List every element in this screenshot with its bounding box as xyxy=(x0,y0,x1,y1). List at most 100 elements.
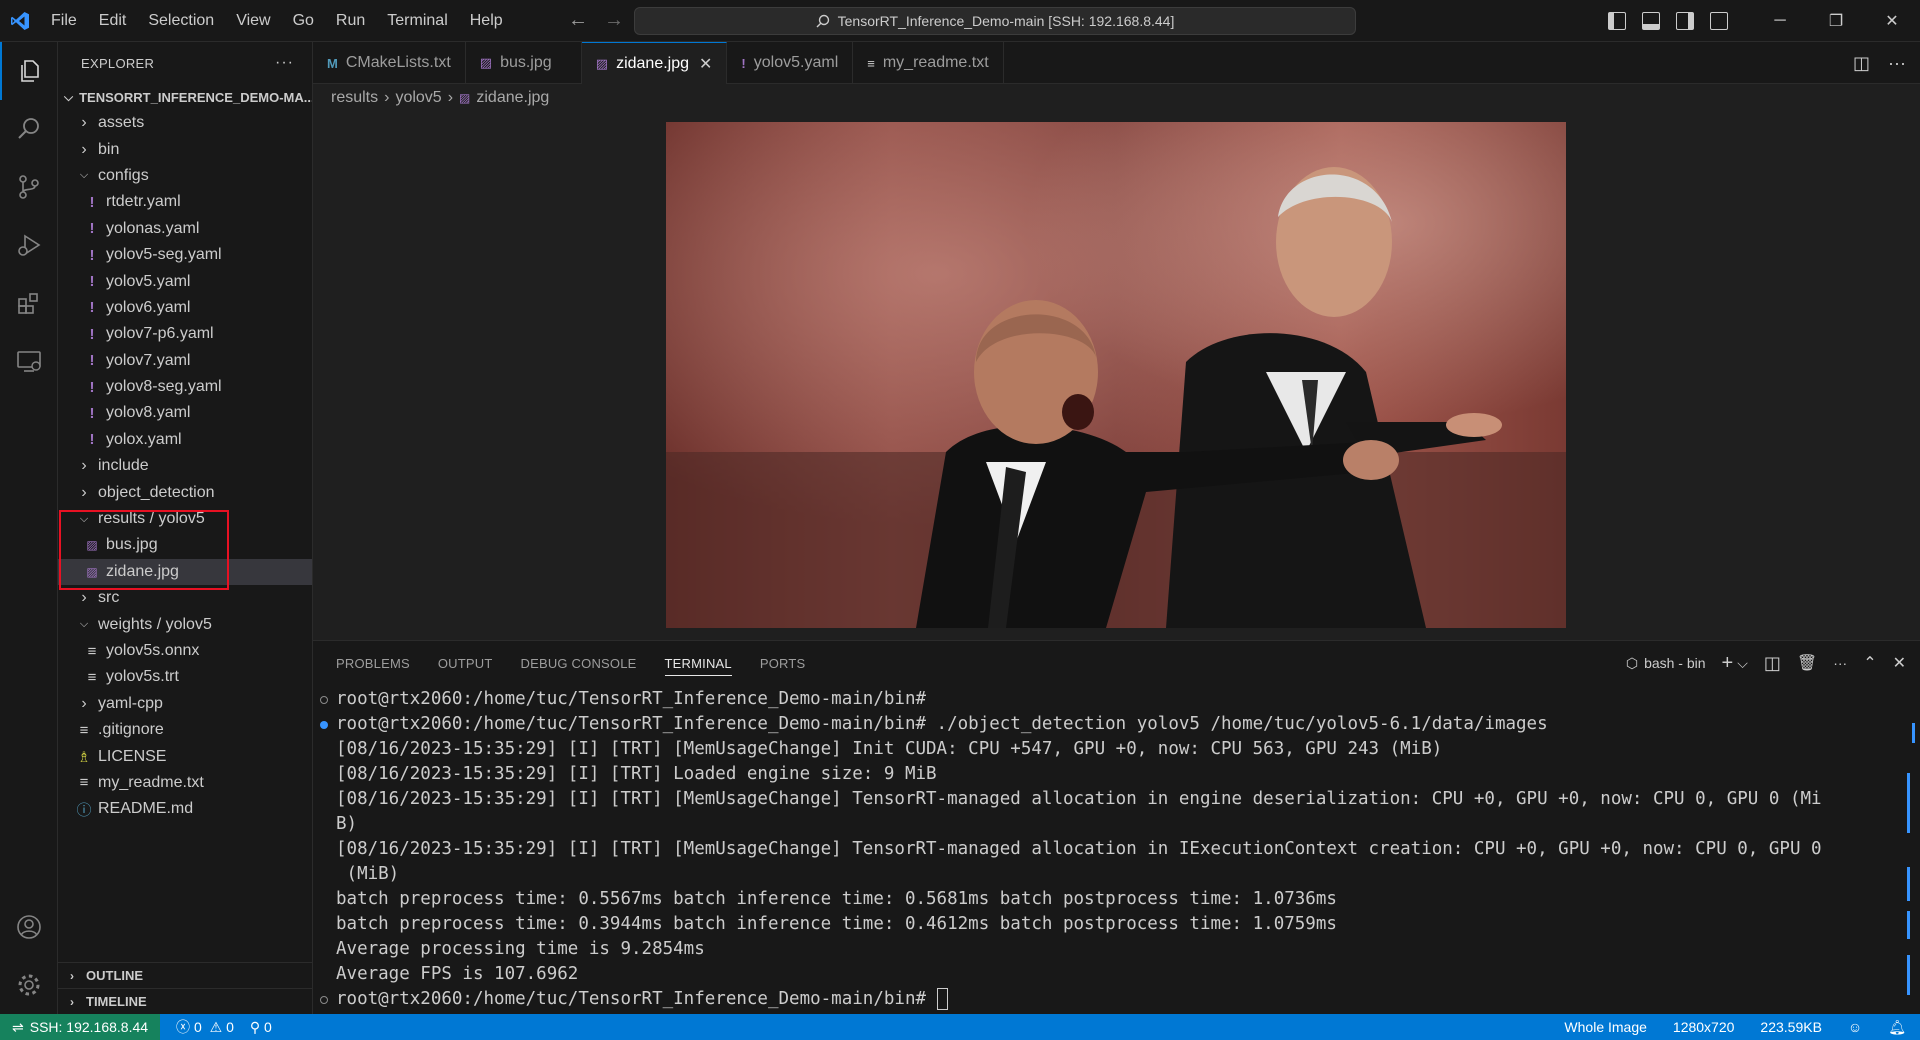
file-item[interactable]: ! yolov6.yaml xyxy=(58,295,312,321)
panel-tab-problems[interactable]: PROBLEMS xyxy=(336,656,410,671)
panel-tab-output[interactable]: OUTPUT xyxy=(438,656,493,671)
explorer-icon[interactable] xyxy=(0,42,58,100)
breadcrumb-item[interactable]: results xyxy=(331,89,378,107)
restore-button[interactable]: ❐ xyxy=(1808,0,1864,42)
file-item[interactable]: ♗ LICENSE xyxy=(58,743,312,769)
menu-go[interactable]: Go xyxy=(282,0,325,42)
more-actions-icon[interactable]: ··· xyxy=(275,54,294,72)
file-item[interactable]: ! yolov7-p6.yaml xyxy=(58,321,312,347)
problems-status[interactable]: ⓧ 0 ⚠ 0 xyxy=(176,1017,234,1037)
remote-explorer-icon[interactable] xyxy=(0,332,58,390)
customize-layout-icon[interactable] xyxy=(1710,12,1728,30)
remote-indicator[interactable]: ⇌ SSH: 192.168.8.44 xyxy=(0,1014,161,1040)
folder-item[interactable]: ⌵ results / yolov5 xyxy=(58,506,312,532)
menu-run[interactable]: Run xyxy=(325,0,376,42)
ports-status[interactable]: ⚲ 0 xyxy=(250,1019,272,1036)
close-panel-icon[interactable]: ✕ xyxy=(1893,653,1906,673)
folder-item[interactable]: › src xyxy=(58,585,312,611)
file-item[interactable]: ≡ yolov5s.onnx xyxy=(58,638,312,664)
terminal-line-text: root@rtx2060:/home/tuc/TensorRT_Inferenc… xyxy=(336,989,937,1009)
close-tab-icon[interactable]: ✕ xyxy=(699,54,712,74)
file-item[interactable]: ! rtdetr.yaml xyxy=(58,189,312,215)
manage-gear-icon[interactable] xyxy=(0,956,58,1014)
editor-tab[interactable]: ▨ bus.jpg xyxy=(466,42,582,84)
file-item[interactable]: ! yolov7.yaml xyxy=(58,348,312,374)
split-editor-icon[interactable]: ◫ xyxy=(1853,53,1870,74)
preview-image[interactable] xyxy=(666,122,1566,628)
chevron-down-icon: ⌵ xyxy=(79,169,89,182)
outline-section[interactable]: › OUTLINE xyxy=(58,962,313,988)
back-arrow-icon[interactable]: ← xyxy=(566,8,590,32)
close-button[interactable]: ✕ xyxy=(1864,0,1920,42)
notifications-bell-icon[interactable]: 🔔︎ xyxy=(1888,1019,1906,1036)
maximize-panel-icon[interactable]: ⌃ xyxy=(1863,653,1876,673)
text-file-icon: ≡ xyxy=(79,721,89,739)
minimize-button[interactable]: ─ xyxy=(1752,0,1808,42)
more-actions-icon[interactable]: ··· xyxy=(1833,655,1847,671)
folder-item[interactable]: ⌵ configs xyxy=(58,163,312,189)
toggle-secondary-sidebar-icon[interactable] xyxy=(1676,12,1694,30)
file-item[interactable]: ! yolov5.yaml xyxy=(58,268,312,294)
trash-icon[interactable]: 🗑 xyxy=(1797,653,1817,673)
command-decoration-icon[interactable] xyxy=(320,696,328,704)
new-terminal-icon[interactable]: + xyxy=(1722,652,1734,675)
editor-tab[interactable]: ! yolov5.yaml xyxy=(727,42,854,84)
file-item[interactable]: ≡ yolov5s.trt xyxy=(58,664,312,690)
editor-tab[interactable]: M CMakeLists.txt xyxy=(313,42,466,84)
chevron-right-icon: › xyxy=(81,140,87,158)
command-center[interactable]: TensorRT_Inference_Demo-main [SSH: 192.1… xyxy=(634,7,1356,35)
source-control-icon[interactable] xyxy=(0,158,58,216)
timeline-section[interactable]: › TIMELINE xyxy=(58,988,313,1014)
panel-tab-ports[interactable]: PORTS xyxy=(760,656,806,671)
folder-item[interactable]: › include xyxy=(58,453,312,479)
panel-tab-debug-console[interactable]: DEBUG CONSOLE xyxy=(521,656,637,671)
toggle-primary-sidebar-icon[interactable] xyxy=(1608,12,1626,30)
panel-tab-terminal[interactable]: TERMINAL xyxy=(664,656,732,676)
menu-terminal[interactable]: Terminal xyxy=(376,0,458,42)
command-decoration-icon[interactable] xyxy=(320,721,328,729)
file-item[interactable]: ▨ zidane.jpg xyxy=(58,558,312,586)
editor-tab[interactable]: ▨ zidane.jpg ✕ xyxy=(581,42,728,84)
chevron-down-icon[interactable]: ⌵ xyxy=(1737,655,1748,672)
breadcrumb-item[interactable]: zidane.jpg xyxy=(476,89,549,107)
editor-tab[interactable]: ≡ my_readme.txt xyxy=(853,42,1004,84)
extensions-icon[interactable] xyxy=(0,274,58,332)
image-mode[interactable]: Whole Image xyxy=(1564,1019,1646,1035)
bottom-panel: PROBLEMS OUTPUT DEBUG CONSOLE TERMINAL PORTS… xyxy=(313,640,1920,1014)
menu-help[interactable]: Help xyxy=(459,0,514,42)
file-item[interactable]: ▨ bus.jpg xyxy=(58,532,312,558)
terminal-output[interactable]: root@rtx2060:/home/tuc/TensorRT_Inferenc… xyxy=(313,687,1920,1012)
accounts-icon[interactable] xyxy=(0,898,58,956)
file-item[interactable]: ! yolov8.yaml xyxy=(58,400,312,426)
folder-item[interactable]: › assets xyxy=(58,110,312,136)
file-item[interactable]: ≡ .gitignore xyxy=(58,717,312,743)
folder-item[interactable]: › object_detection xyxy=(58,479,312,505)
folder-item[interactable]: › yaml-cpp xyxy=(58,691,312,717)
split-terminal-icon[interactable]: ◫ xyxy=(1764,653,1781,674)
menu-edit[interactable]: Edit xyxy=(88,0,138,42)
folder-item[interactable]: ⌵ weights / yolov5 xyxy=(58,611,312,637)
menu-file[interactable]: File xyxy=(40,0,88,42)
file-item[interactable]: ! yolov8-seg.yaml xyxy=(58,374,312,400)
forward-arrow-icon[interactable]: → xyxy=(602,8,626,32)
run-debug-icon[interactable] xyxy=(0,216,58,274)
menu-view[interactable]: View xyxy=(225,0,281,42)
file-item[interactable]: ! yolonas.yaml xyxy=(58,216,312,242)
terminal-line-text: [08/16/2023-15:35:29] [I] [TRT] [MemUsag… xyxy=(336,739,1443,759)
terminal-name[interactable]: bash - bin xyxy=(1644,655,1705,671)
terminal-line: [08/16/2023-15:35:29] [I] [TRT] [MemUsag… xyxy=(336,837,1920,862)
toggle-panel-icon[interactable] xyxy=(1642,12,1660,30)
feedback-icon[interactable]: ☺ xyxy=(1848,1019,1862,1035)
file-item[interactable]: ! yolov5-seg.yaml xyxy=(58,242,312,268)
menu-selection[interactable]: Selection xyxy=(137,0,225,42)
more-actions-icon[interactable]: ··· xyxy=(1888,53,1906,74)
command-decoration-icon[interactable] xyxy=(320,996,328,1004)
breadcrumb-item[interactable]: yolov5 xyxy=(395,89,441,107)
workspace-root[interactable]: ⌵ TENSORRT_INFERENCE_DEMO-MA... xyxy=(58,84,312,110)
image-preview-editor xyxy=(313,110,1920,640)
file-item[interactable]: ! yolox.yaml xyxy=(58,427,312,453)
search-icon[interactable] xyxy=(0,100,58,158)
file-item[interactable]: ≡ my_readme.txt xyxy=(58,770,312,796)
file-item[interactable]: ⓘ README.md xyxy=(58,796,312,822)
folder-item[interactable]: › bin xyxy=(58,136,312,162)
